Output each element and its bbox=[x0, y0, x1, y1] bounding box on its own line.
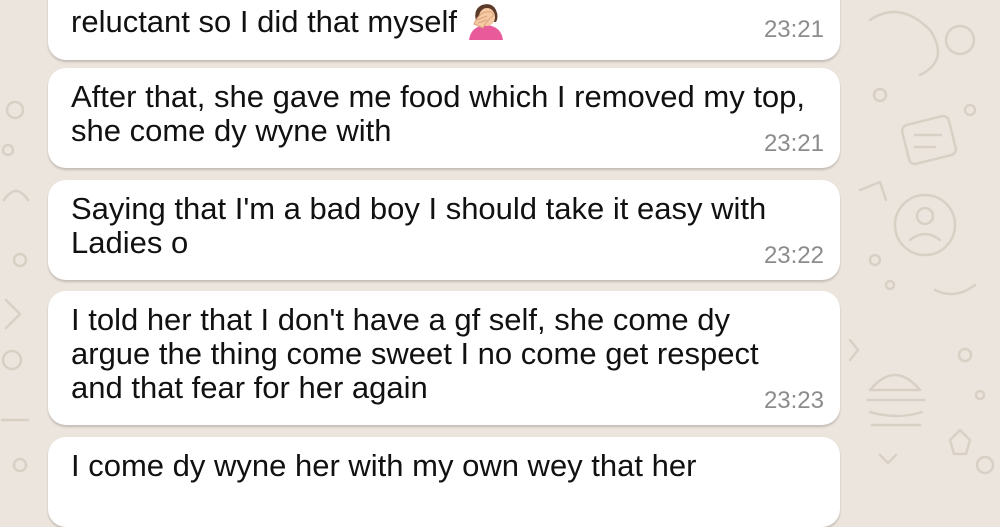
message-text: After that, she gave me food which I rem… bbox=[71, 79, 806, 148]
message-timestamp: 23:23 bbox=[763, 387, 824, 414]
message-bubble[interactable]: I told her that I don't have a gf self, … bbox=[48, 291, 840, 425]
message-timestamp: 23:21 bbox=[763, 130, 824, 157]
message-bubble[interactable]: I come dy wyne her with my own wey that … bbox=[48, 437, 840, 527]
message-text: Saying that I'm a bad boy I should take … bbox=[71, 191, 767, 260]
message-bubble[interactable]: reluctant so I did that myself 23:21 bbox=[48, 0, 840, 60]
message-text: reluctant so I did that myself bbox=[71, 0, 811, 40]
message-text: I told her that I don't have a gf self, … bbox=[71, 302, 759, 405]
person-facepalming-icon bbox=[468, 4, 503, 40]
message-bubble[interactable]: Saying that I'm a bad boy I should take … bbox=[48, 180, 840, 280]
message-bubble[interactable]: After that, she gave me food which I rem… bbox=[48, 68, 840, 168]
message-text: I come dy wyne her with my own wey that … bbox=[71, 448, 697, 483]
message-timestamp: 23:21 bbox=[763, 16, 824, 43]
message-timestamp: 23:22 bbox=[763, 242, 824, 269]
